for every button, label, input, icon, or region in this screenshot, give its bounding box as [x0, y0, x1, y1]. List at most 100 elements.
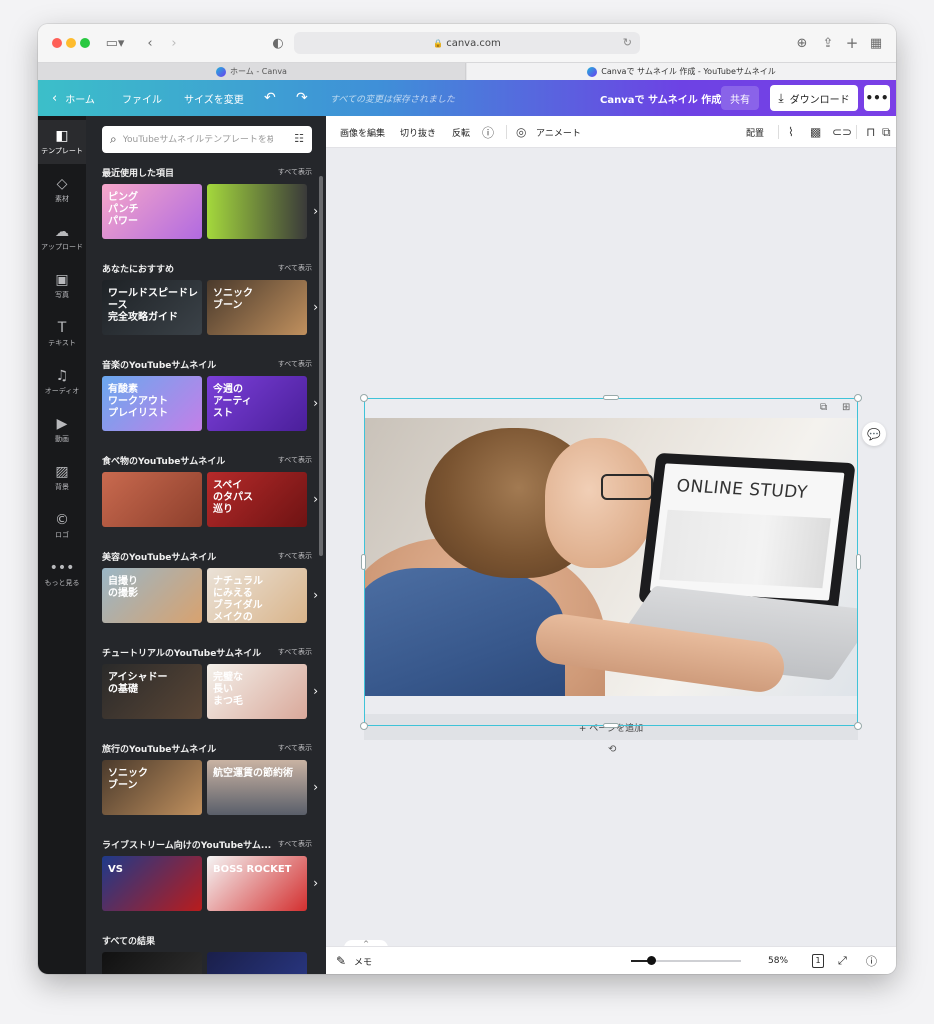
- comment-icon[interactable]: 💬: [862, 422, 886, 446]
- template-thumbnail[interactable]: VS: [102, 856, 202, 911]
- animate-button[interactable]: アニメート: [536, 116, 581, 148]
- see-all-link[interactable]: すべて表示: [278, 743, 312, 753]
- resize-handle-bottom-left[interactable]: [360, 722, 368, 730]
- share-icon[interactable]: ⇪: [820, 33, 836, 53]
- position-button[interactable]: 配置: [746, 116, 764, 148]
- template-thumbnail[interactable]: 航空運賃の節約術: [207, 760, 307, 815]
- template-thumbnail[interactable]: スペイ のタパス 巡り: [207, 472, 307, 527]
- zoom-slider-knob[interactable]: [646, 956, 656, 965]
- document-title[interactable]: Canvaで サムネイル 作成: [600, 80, 721, 116]
- see-all-link[interactable]: すべて表示: [278, 647, 312, 657]
- crop-button[interactable]: 切り抜き: [400, 116, 436, 148]
- see-all-link[interactable]: すべて表示: [278, 839, 312, 849]
- redo-icon[interactable]: ↷: [296, 80, 308, 116]
- chevron-right-icon[interactable]: ›: [313, 780, 318, 794]
- download-button[interactable]: ⤓ ダウンロード: [770, 85, 858, 111]
- template-search-input[interactable]: [122, 134, 273, 145]
- rail-item-background[interactable]: ▨ 背景: [38, 456, 86, 500]
- rail-item-photo[interactable]: ▣ 写真: [38, 264, 86, 308]
- resize-handle-right[interactable]: [856, 554, 861, 570]
- close-window-button[interactable]: [52, 38, 62, 48]
- template-thumbnail[interactable]: [207, 184, 307, 239]
- reload-icon[interactable]: ↻: [623, 36, 632, 49]
- resize-button[interactable]: サイズを変更: [184, 80, 244, 116]
- template-thumbnail[interactable]: [102, 952, 202, 974]
- paint-roller-icon[interactable]: ⌇: [788, 116, 794, 148]
- template-thumbnail[interactable]: ソニック ブーン: [207, 280, 307, 335]
- template-thumbnail[interactable]: 今週の アーティ スト: [207, 376, 307, 431]
- see-all-link[interactable]: すべて表示: [278, 455, 312, 465]
- lock-icon[interactable]: ⊓: [866, 116, 875, 148]
- template-thumbnail[interactable]: [102, 472, 202, 527]
- duplicate-icon[interactable]: ⧉: [882, 116, 891, 148]
- edit-image-button[interactable]: 画像を編集: [340, 116, 385, 148]
- template-thumbnail[interactable]: [207, 952, 307, 974]
- rail-item-template[interactable]: ◧ テンプレート: [38, 120, 86, 164]
- template-thumbnail[interactable]: ピング パンチ パワー: [102, 184, 202, 239]
- template-thumbnail[interactable]: ソニック ブーン: [102, 760, 202, 815]
- template-thumbnail[interactable]: アイシャドー の基礎: [102, 664, 202, 719]
- zoom-slider[interactable]: [631, 956, 741, 965]
- rail-item-video[interactable]: ▶ 動画: [38, 408, 86, 452]
- link-icon[interactable]: ⊂⊃: [832, 116, 852, 148]
- chevron-right-icon[interactable]: ›: [313, 492, 318, 506]
- template-thumbnail[interactable]: 有酸素 ワークアウト プレイリスト: [102, 376, 202, 431]
- tab-overview-icon[interactable]: ▦: [868, 33, 884, 53]
- rail-item-audio[interactable]: ♫ オーディオ: [38, 360, 86, 404]
- rotate-icon[interactable]: ⟲: [608, 744, 616, 755]
- address-bar[interactable]: 🔒 canva.com ↻: [294, 32, 640, 54]
- share-button[interactable]: 共有: [721, 86, 759, 110]
- forward-icon[interactable]: ›: [166, 33, 182, 53]
- sidebar-toggle-icon[interactable]: ▭▾: [102, 33, 128, 53]
- template-thumbnail[interactable]: BOSS ROCKET: [207, 856, 307, 911]
- template-thumbnail[interactable]: ナチュラル にみえる ブライダル メイクの やり方: [207, 568, 307, 623]
- privacy-shield-icon[interactable]: ◐: [270, 33, 286, 53]
- template-thumbnail[interactable]: 完璧な 長い まつ毛: [207, 664, 307, 719]
- notes-icon[interactable]: ✎: [336, 947, 346, 974]
- template-thumbnail[interactable]: ワールドスピードレース 完全攻略ガイド: [102, 280, 202, 335]
- help-icon[interactable]: ⓘ: [866, 947, 877, 974]
- see-all-link[interactable]: すべて表示: [278, 551, 312, 561]
- resize-handle-top-right[interactable]: [854, 394, 862, 402]
- rail-item-more[interactable]: ••• もっと見る: [38, 552, 86, 596]
- template-thumbnail[interactable]: 自撮り の撮影: [102, 568, 202, 623]
- resize-handle-left[interactable]: [361, 554, 366, 570]
- zoom-window-button[interactable]: [80, 38, 90, 48]
- zoom-level[interactable]: 58%: [768, 947, 788, 974]
- minimize-window-button[interactable]: [66, 38, 76, 48]
- resize-handle-top-left[interactable]: [360, 394, 368, 402]
- rail-item-elements[interactable]: ◇ 素材: [38, 168, 86, 212]
- see-all-link[interactable]: すべて表示: [278, 359, 312, 369]
- rail-item-upload[interactable]: ☁ アップロード: [38, 216, 86, 260]
- more-options-button[interactable]: •••: [864, 85, 890, 111]
- rail-item-logo[interactable]: © ロゴ: [38, 504, 86, 548]
- rail-item-text[interactable]: T テキスト: [38, 312, 86, 356]
- file-menu-button[interactable]: ファイル: [122, 80, 162, 116]
- design-page[interactable]: ⧉ ⊞ ONLINE STUDY + ページを追加 ⟲: [360, 394, 862, 755]
- home-button[interactable]: ‹ ホーム: [52, 80, 95, 116]
- tab-editor[interactable]: Canvaで サムネイル 作成 - YouTubeサムネイル: [467, 63, 896, 80]
- downloads-icon[interactable]: ⊕: [794, 33, 810, 53]
- back-icon[interactable]: ‹: [142, 33, 158, 53]
- page-count-button[interactable]: 1: [812, 947, 824, 974]
- resize-handle-bottom-right[interactable]: [854, 722, 862, 730]
- chevron-right-icon[interactable]: ›: [313, 684, 318, 698]
- see-all-link[interactable]: すべて表示: [278, 263, 312, 273]
- tab-home[interactable]: ホーム - Canva: [38, 63, 466, 80]
- filter-icon[interactable]: ☷: [294, 132, 304, 145]
- notes-button[interactable]: メモ: [354, 947, 372, 974]
- see-all-link[interactable]: すべて表示: [278, 167, 312, 177]
- fullscreen-icon[interactable]: ⤢: [838, 947, 847, 974]
- undo-icon[interactable]: ↶: [264, 80, 276, 116]
- chevron-right-icon[interactable]: ›: [313, 396, 318, 410]
- new-tab-icon[interactable]: +: [844, 33, 860, 53]
- chevron-right-icon[interactable]: ›: [313, 876, 318, 890]
- flip-button[interactable]: 反転: [452, 116, 470, 148]
- chevron-right-icon[interactable]: ›: [313, 204, 318, 218]
- resize-handle-bottom[interactable]: [603, 723, 619, 728]
- panel-scrollbar[interactable]: [319, 176, 323, 556]
- transparency-icon[interactable]: ▩: [810, 116, 821, 148]
- chevron-right-icon[interactable]: ›: [313, 588, 318, 602]
- info-icon[interactable]: ⓘ: [482, 116, 494, 148]
- chevron-right-icon[interactable]: ›: [313, 300, 318, 314]
